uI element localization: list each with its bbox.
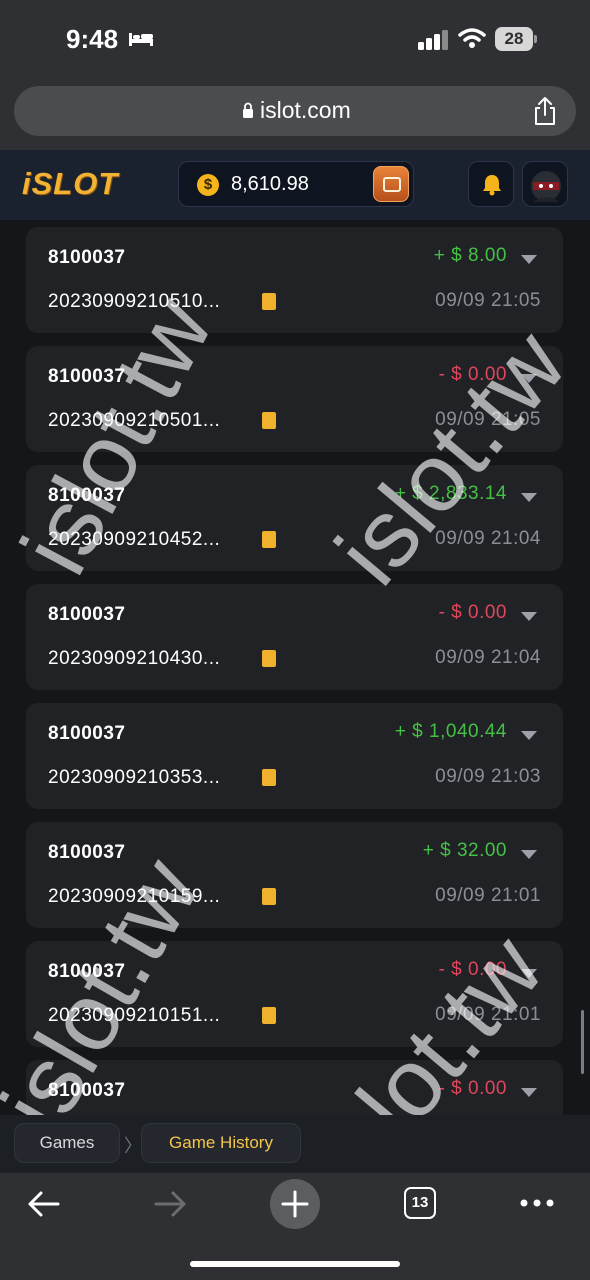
record-order-number: 20230909210430... [48, 648, 221, 669]
record-order-number: 20230909210501... [48, 410, 221, 431]
copy-icon[interactable] [262, 531, 276, 548]
record-amount: + $ 8.00 [433, 245, 507, 266]
record-amount: - $ 0.00 [438, 1078, 507, 1099]
record-amount: - $ 0.00 [438, 364, 507, 385]
breadcrumb-game-history[interactable]: Game History [141, 1123, 301, 1163]
forward-arrow-icon[interactable] [152, 1189, 188, 1219]
record-amount: + $ 32.00 [422, 840, 507, 861]
record-id: 8100037 [48, 723, 126, 744]
copy-icon[interactable] [262, 888, 276, 905]
battery-level: 28 [495, 27, 533, 51]
plus-icon [281, 1190, 309, 1218]
record-amount: - $ 0.00 [438, 602, 507, 623]
breadcrumb-separator: 〉 [124, 1136, 142, 1156]
breadcrumb: Games 〉 Game History [0, 1115, 590, 1173]
share-icon[interactable] [532, 96, 558, 126]
chevron-down-icon[interactable] [521, 612, 537, 621]
record-time: 09/09 21:01 [435, 1004, 541, 1025]
avatar[interactable] [522, 161, 568, 207]
record-id: 8100037 [48, 1080, 126, 1101]
record-time: 09/09 21:05 [435, 409, 541, 430]
history-record[interactable]: 8100037 + $ 2,833.14 20230909210452... 09/0… [26, 465, 563, 571]
tabs-button[interactable]: 13 [404, 1187, 436, 1219]
bell-icon [483, 175, 501, 196]
record-id: 8100037 [48, 366, 126, 387]
history-record[interactable]: 8100037 - $ 0.00 20230909210151... 09/09 21… [26, 941, 563, 1047]
record-time: 09/09 21:01 [435, 885, 541, 906]
home-indicator [190, 1261, 400, 1267]
copy-icon[interactable] [262, 769, 276, 786]
copy-icon[interactable] [262, 650, 276, 667]
history-record[interactable]: 8100037 - $ 0.00 [26, 1060, 563, 1115]
record-id: 8100037 [48, 247, 126, 268]
chevron-down-icon[interactable] [521, 969, 537, 978]
url-text: islot.com [260, 97, 351, 123]
more-icon[interactable] [520, 1199, 554, 1207]
record-order-number: 20230909210452... [48, 529, 221, 550]
record-time: 09/09 21:03 [435, 766, 541, 787]
record-time: 09/09 21:04 [435, 647, 541, 668]
record-time: 09/09 21:05 [435, 290, 541, 311]
wifi-icon [458, 28, 486, 48]
wallet-icon [383, 177, 401, 192]
status-time: 9:48 [66, 24, 119, 54]
history-record[interactable]: 8100037 + $ 1,040.44 20230909210353... 09/0… [26, 703, 563, 809]
chevron-down-icon[interactable] [521, 374, 537, 383]
record-id: 8100037 [48, 604, 126, 625]
record-order-number: 20230909210159... [48, 886, 221, 907]
scrollbar[interactable] [581, 1010, 584, 1074]
wallet-button[interactable] [373, 166, 409, 202]
record-order-number: 20230909210510... [48, 291, 221, 312]
islot-logo[interactable]: iSLOT [22, 166, 118, 202]
address-bar[interactable]: islot.com [14, 86, 576, 136]
coin-icon: $ [197, 174, 219, 196]
history-record[interactable]: 8100037 - $ 0.00 20230909210430... 09/09 21… [26, 584, 563, 690]
breadcrumb-games[interactable]: Games [14, 1123, 120, 1163]
copy-icon[interactable] [262, 293, 276, 310]
record-id: 8100037 [48, 842, 126, 863]
status-bar: 9:48 28 [0, 0, 590, 80]
new-tab-button[interactable] [270, 1179, 320, 1229]
history-record[interactable]: 8100037 + $ 8.00 20230909210510... 09/09 21… [26, 227, 563, 333]
balance-box[interactable]: $ 8,610.98 [178, 161, 414, 207]
record-id: 8100037 [48, 961, 126, 982]
record-amount: + $ 2,833.14 [394, 483, 507, 504]
balance-amount: 8,610.98 [231, 173, 309, 195]
record-time: 09/09 21:04 [435, 528, 541, 549]
chevron-down-icon[interactable] [521, 255, 537, 264]
copy-icon[interactable] [262, 1007, 276, 1024]
ninja-avatar-icon [531, 171, 561, 202]
battery-indicator: 28 [495, 27, 537, 51]
chevron-down-icon[interactable] [521, 850, 537, 859]
notification-button[interactable] [468, 161, 514, 207]
record-id: 8100037 [48, 485, 126, 506]
game-history-list[interactable]: 8100037 + $ 8.00 20230909210510... 09/09 21… [0, 220, 590, 1115]
record-order-number: 20230909210151... [48, 1005, 221, 1026]
back-arrow-icon[interactable] [26, 1189, 62, 1219]
chevron-down-icon[interactable] [521, 1088, 537, 1097]
browser-toolbar: 13 [0, 1173, 590, 1280]
lock-icon [243, 102, 253, 118]
chevron-down-icon[interactable] [521, 731, 537, 740]
bed-icon [129, 33, 153, 46]
history-record[interactable]: 8100037 + $ 32.00 20230909210159... 09/09 2… [26, 822, 563, 928]
history-record[interactable]: 8100037 - $ 0.00 20230909210501... 09/09 21… [26, 346, 563, 452]
copy-icon[interactable] [262, 412, 276, 429]
record-amount: - $ 0.00 [438, 959, 507, 980]
signal-icon [418, 30, 448, 50]
record-amount: + $ 1,040.44 [394, 721, 507, 742]
chevron-down-icon[interactable] [521, 493, 537, 502]
record-order-number: 20230909210353... [48, 767, 221, 788]
